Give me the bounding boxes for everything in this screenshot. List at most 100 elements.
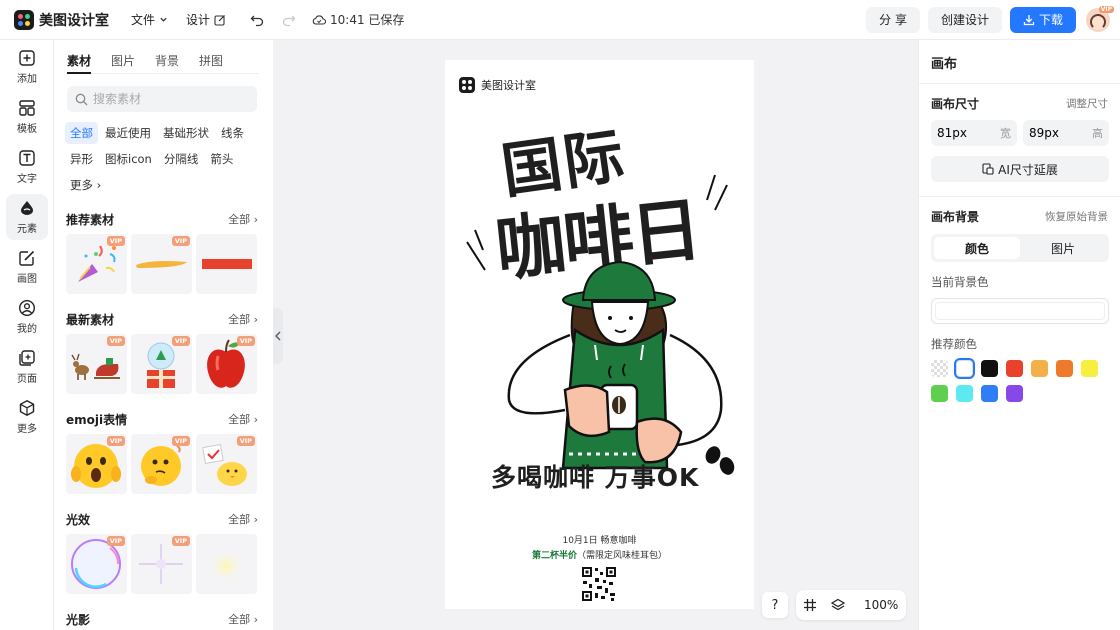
chip-lines[interactable]: 线条	[216, 122, 249, 144]
color-swatch[interactable]	[981, 385, 998, 402]
rail-item-elements[interactable]: 元素	[6, 194, 48, 240]
poster-logo[interactable]: 美图设计室	[459, 77, 536, 93]
section-see-all[interactable]: 全部 ›	[228, 411, 258, 427]
grid-toggle[interactable]	[796, 591, 824, 619]
width-field[interactable]: 宽	[931, 120, 1017, 146]
chip-recent[interactable]: 最近使用	[100, 122, 156, 144]
asset-thumb-apple[interactable]: VIP	[196, 334, 257, 394]
asset-search[interactable]	[67, 86, 257, 112]
qr-code-icon[interactable]	[581, 566, 617, 602]
asset-thumb-shocked-emoji[interactable]: VIP	[66, 434, 127, 494]
user-avatar[interactable]: VIP	[1086, 5, 1114, 32]
asset-thumb-snow-globe-gift[interactable]: VIP	[131, 334, 192, 394]
draw-icon	[19, 250, 35, 266]
rail-item-text[interactable]: 文字	[6, 144, 48, 190]
promo-highlight: 第二杯半价	[531, 551, 577, 561]
plus-square-icon	[19, 50, 35, 66]
color-swatch[interactable]	[1081, 360, 1098, 377]
rail-item-pages[interactable]: 页面	[6, 344, 48, 390]
asset-thumb-party-popper[interactable]: VIP	[66, 234, 127, 294]
help-button[interactable]: ?	[762, 592, 788, 618]
asset-thumb-duck-emoji[interactable]: VIP	[196, 434, 257, 494]
color-swatch[interactable]	[981, 360, 998, 377]
asset-thumb-red-bar[interactable]	[196, 234, 257, 294]
height-input[interactable]	[1029, 126, 1079, 140]
divider	[919, 83, 1120, 84]
width-unit: 宽	[1000, 127, 1011, 140]
asset-thumb-glow[interactable]	[196, 534, 257, 594]
section-see-all[interactable]: 全部 ›	[228, 511, 258, 527]
asset-thumb-sleigh[interactable]: VIP	[66, 334, 127, 394]
layers-button[interactable]	[824, 591, 852, 619]
chip-arrows[interactable]: 箭头	[205, 148, 238, 170]
vip-badge: VIP	[171, 536, 190, 546]
file-menu[interactable]: 文件	[131, 11, 168, 28]
current-bg-color[interactable]	[931, 298, 1109, 324]
rail-item-template[interactable]: 模板	[6, 94, 48, 140]
color-swatch[interactable]	[1056, 360, 1073, 377]
design-menu[interactable]: 设计	[186, 11, 226, 28]
vip-badge: VIP	[236, 336, 255, 346]
poster-promo[interactable]: 第二杯半价（需限定风味桂耳包）	[445, 548, 754, 561]
chip-irregular[interactable]: 异形	[65, 148, 98, 170]
rail-item-more[interactable]: 更多	[6, 394, 48, 440]
tab-materials[interactable]: 素材	[67, 52, 92, 74]
poster-slogan[interactable]: 多喝咖啡 万事OK	[491, 458, 699, 494]
rail-item-draw[interactable]: 画图	[6, 244, 48, 290]
chip-dividers[interactable]: 分隔线	[159, 148, 204, 170]
rail-item-add[interactable]: 添加	[6, 44, 48, 90]
artboard[interactable]: 美图设计室 国际 咖啡日 多喝咖啡 万事OK 10月1日 畅意咖啡 第二杯半价（…	[445, 60, 754, 609]
rail-item-label: 画图	[17, 274, 37, 285]
zoom-level[interactable]: 100%	[864, 598, 898, 612]
vip-badge: VIP	[106, 236, 125, 246]
vip-badge: VIP	[106, 336, 125, 346]
section-see-all[interactable]: 全部 ›	[228, 311, 258, 327]
download-button[interactable]: 下载	[1009, 6, 1076, 33]
color-swatch-transparent[interactable]	[931, 360, 948, 377]
search-input[interactable]	[93, 92, 253, 106]
redo-button[interactable]	[282, 13, 296, 27]
tab-collage[interactable]: 拼图	[199, 52, 223, 73]
section-light-shadow: 光影 全部 ›	[66, 610, 258, 628]
width-input[interactable]	[937, 126, 987, 140]
asset-thumb-yellow-stroke[interactable]: VIP	[131, 234, 192, 294]
create-design-button[interactable]: 创建设计	[927, 6, 1002, 33]
undo-button[interactable]	[250, 13, 264, 27]
asset-thumb-thinking-emoji[interactable]: VIP	[131, 434, 192, 494]
panel-title: 画布	[931, 57, 958, 72]
section-see-all[interactable]: 全部 ›	[228, 611, 258, 627]
poster-title-line2[interactable]: 咖啡日	[490, 174, 703, 296]
chip-icons[interactable]: 图标icon	[100, 148, 157, 170]
bg-type-color[interactable]: 颜色	[934, 237, 1020, 259]
section-see-all[interactable]: 全部 ›	[228, 211, 258, 227]
panel-collapse-handle[interactable]	[273, 308, 283, 364]
chip-more[interactable]: 更多 ›	[65, 174, 106, 196]
color-swatch[interactable]	[1006, 360, 1023, 377]
rail-item-mine[interactable]: 我的	[6, 294, 48, 340]
bg-type-image[interactable]: 图片	[1020, 237, 1106, 259]
tab-backgrounds[interactable]: 背景	[155, 52, 179, 73]
color-swatch[interactable]	[954, 358, 975, 379]
tab-images[interactable]: 图片	[111, 52, 135, 73]
chip-basic-shapes[interactable]: 基础形状	[158, 122, 214, 144]
avatar-vip-badge: VIP	[1098, 5, 1114, 13]
poster-date[interactable]: 10月1日 畅意咖啡	[445, 533, 754, 546]
color-swatch[interactable]	[956, 385, 973, 402]
color-swatch[interactable]	[1006, 385, 1023, 402]
color-swatch[interactable]	[1031, 360, 1048, 377]
vip-badge: VIP	[171, 336, 190, 346]
color-swatch[interactable]	[931, 385, 948, 402]
ai-resize-button[interactable]: AI尺寸延展	[931, 156, 1109, 182]
save-status: 10:41 已保存	[312, 11, 404, 28]
chip-all[interactable]: 全部	[65, 122, 98, 144]
restore-bg-link[interactable]: 恢复原始背景	[1045, 209, 1108, 224]
height-field[interactable]: 高	[1023, 120, 1109, 146]
canvas-size-inputs: 宽 高	[931, 120, 1120, 146]
section-title: 光效	[66, 512, 91, 527]
share-button[interactable]: 分 享	[866, 6, 920, 33]
resize-link[interactable]: 调整尺寸	[1066, 96, 1108, 111]
app-logo[interactable]: 美图设计室	[14, 9, 109, 30]
asset-thumb-sparkle[interactable]: VIP	[131, 534, 192, 594]
asset-thumb-bubble[interactable]: VIP	[66, 534, 127, 594]
undo-icon	[250, 15, 264, 26]
